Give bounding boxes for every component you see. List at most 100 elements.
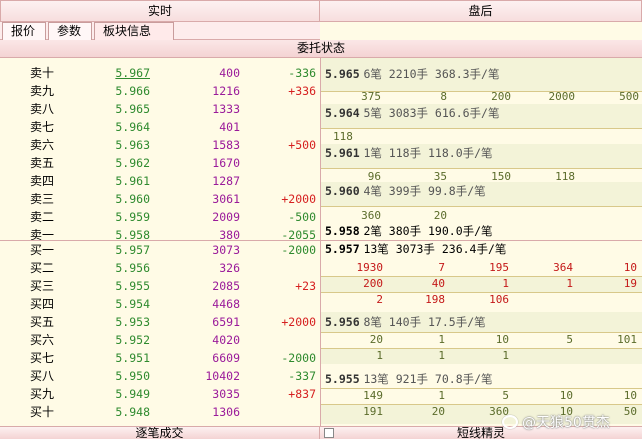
level-volume: 2009 [212,210,240,224]
queue-numbers: 1930 7 195 364 10 [321,261,642,275]
watermark-text: @天狼50贯杰 [522,415,610,431]
queue-detail: 2笔 380手 190.0手/笔 [363,224,493,238]
level-volume: 2085 [212,279,240,293]
level-label: 买十 [30,405,55,419]
level-price: 5.960 [115,192,150,206]
queue-num: 1 [502,277,509,290]
bid-row[interactable]: 买九 5.949 3035 +837 [0,385,320,403]
level-price: 5.965 [115,102,150,116]
bid-row[interactable]: 买四 5.954 4468 [0,295,320,313]
queue-price: 5.957 [325,242,360,256]
ask-row[interactable]: 卖七 5.964 401 [0,118,320,136]
weibo-icon [502,415,518,429]
ask-row[interactable]: 卖五 5.962 1670 [0,154,320,172]
tab-params[interactable]: 参数 [48,22,92,40]
bid-row[interactable]: 买十 5.948 1306 [0,403,320,421]
panel-divider [320,58,321,426]
ask-row[interactable]: 卖四 5.961 1287 [0,172,320,190]
bid-row[interactable]: 买三 5.955 2085 +23 [0,277,320,295]
queue-summary: 5.958 2笔 380手 190.0手/笔 [325,222,493,240]
queue-detail: 6笔 2210手 368.3手/笔 [363,67,500,81]
watermark: @天狼50贯杰 [502,412,610,434]
ask-row[interactable]: 卖三 5.960 3061 +2000 [0,190,320,208]
queue-detail: 13笔 921手 70.8手/笔 [363,372,493,386]
level-change: +336 [288,84,316,98]
queue-price: 5.956 [325,315,360,329]
queue-price: 5.955 [325,372,360,386]
level-volume: 10402 [205,369,240,383]
level-volume: 3073 [212,243,240,257]
queue-num: 106 [489,293,509,306]
level-price: 5.949 [115,387,150,401]
ask-row[interactable]: 卖二 5.959 2009 -500 [0,208,320,226]
queue-num: 19 [623,277,637,290]
level-change: +500 [288,138,316,152]
level-change: -500 [288,210,316,224]
tab-quote[interactable]: 报价 [2,22,46,40]
level-label: 卖三 [30,192,55,206]
level-volume: 1670 [212,156,240,170]
queue-numbers: 118 [321,130,642,144]
level-change: +837 [288,387,316,401]
queue-num: 7 [438,261,445,274]
level-price: 5.955 [115,279,150,293]
ask-row[interactable]: 卖六 5.963 1583 +500 [0,136,320,154]
ask-row[interactable]: 卖八 5.965 1333 [0,100,320,118]
queue-num: 200 [491,90,511,103]
tab-realtime[interactable]: 实时 [0,0,320,22]
queue-num: 364 [553,261,573,274]
level-price: 5.967 [115,66,150,80]
level-price: 5.966 [115,84,150,98]
level-label: 卖六 [30,138,55,152]
queue-num: 1 [376,349,383,362]
queue-num: 1 [438,349,445,362]
level-price: 5.953 [115,315,150,329]
level-label: 卖八 [30,102,55,116]
level-volume: 1583 [212,138,240,152]
level-label: 卖九 [30,84,55,98]
bid-row[interactable]: 买六 5.952 4020 [0,331,320,349]
bid-ask-divider [0,240,642,241]
tab-tick-trades[interactable]: 逐笔成交 [0,426,320,439]
level-label: 卖七 [30,120,55,134]
level-label: 买七 [30,351,55,365]
ask-row[interactable]: 卖十 5.967 400 -336 [0,64,320,82]
queue-num: 1 [438,333,445,346]
level-change: -2000 [281,351,316,365]
level-change: -337 [288,369,316,383]
queue-num: 500 [619,90,639,103]
level-label: 买一 [30,243,55,257]
queue-num: 1930 [356,261,384,274]
queue-num: 118 [333,130,353,143]
queue-numbers: 2 198 106 [321,293,642,307]
queue-summary: 5.957 13笔 3073手 236.4手/笔 [325,240,506,258]
ask-row[interactable]: 卖九 5.966 1216 +336 [0,82,320,100]
tab-after-hours[interactable]: 盘后 [320,0,642,22]
queue-num: 10 [559,389,573,402]
queue-detail: 5笔 3083手 616.6手/笔 [363,106,500,120]
level-price: 5.954 [115,297,150,311]
level-change: -2000 [281,243,316,257]
queue-numbers: 360 20 [321,209,642,223]
level-volume: 1287 [212,174,240,188]
queue-summary: 5.956 8笔 140手 17.5手/笔 [325,313,486,331]
expand-icon[interactable] [324,428,334,438]
bid-row[interactable]: 买二 5.956 326 [0,259,320,277]
bid-row[interactable]: 买七 5.951 6609 -2000 [0,349,320,367]
tab-sector-info[interactable]: 板块信息 [94,22,174,40]
queue-numbers: 375 8 200 2000 500 [321,90,642,104]
queue-summary: 5.955 13笔 921手 70.8手/笔 [325,370,493,388]
queue-num: 198 [425,293,445,306]
queue-num: 2 [376,293,383,306]
queue-price: 5.960 [325,184,360,198]
level-volume: 4468 [212,297,240,311]
bid-row[interactable]: 买五 5.953 6591 +2000 [0,313,320,331]
level-volume: 326 [219,261,240,275]
level-volume: 401 [219,120,240,134]
level-label: 买六 [30,333,55,347]
queue-summary: 5.964 5笔 3083手 616.6手/笔 [325,104,499,122]
queue-detail: 1笔 118手 118.0手/笔 [363,146,493,160]
bid-row[interactable]: 买八 5.950 10402 -337 [0,367,320,385]
queue-num: 149 [363,389,383,402]
bid-row[interactable]: 买一 5.957 3073 -2000 [0,241,320,259]
